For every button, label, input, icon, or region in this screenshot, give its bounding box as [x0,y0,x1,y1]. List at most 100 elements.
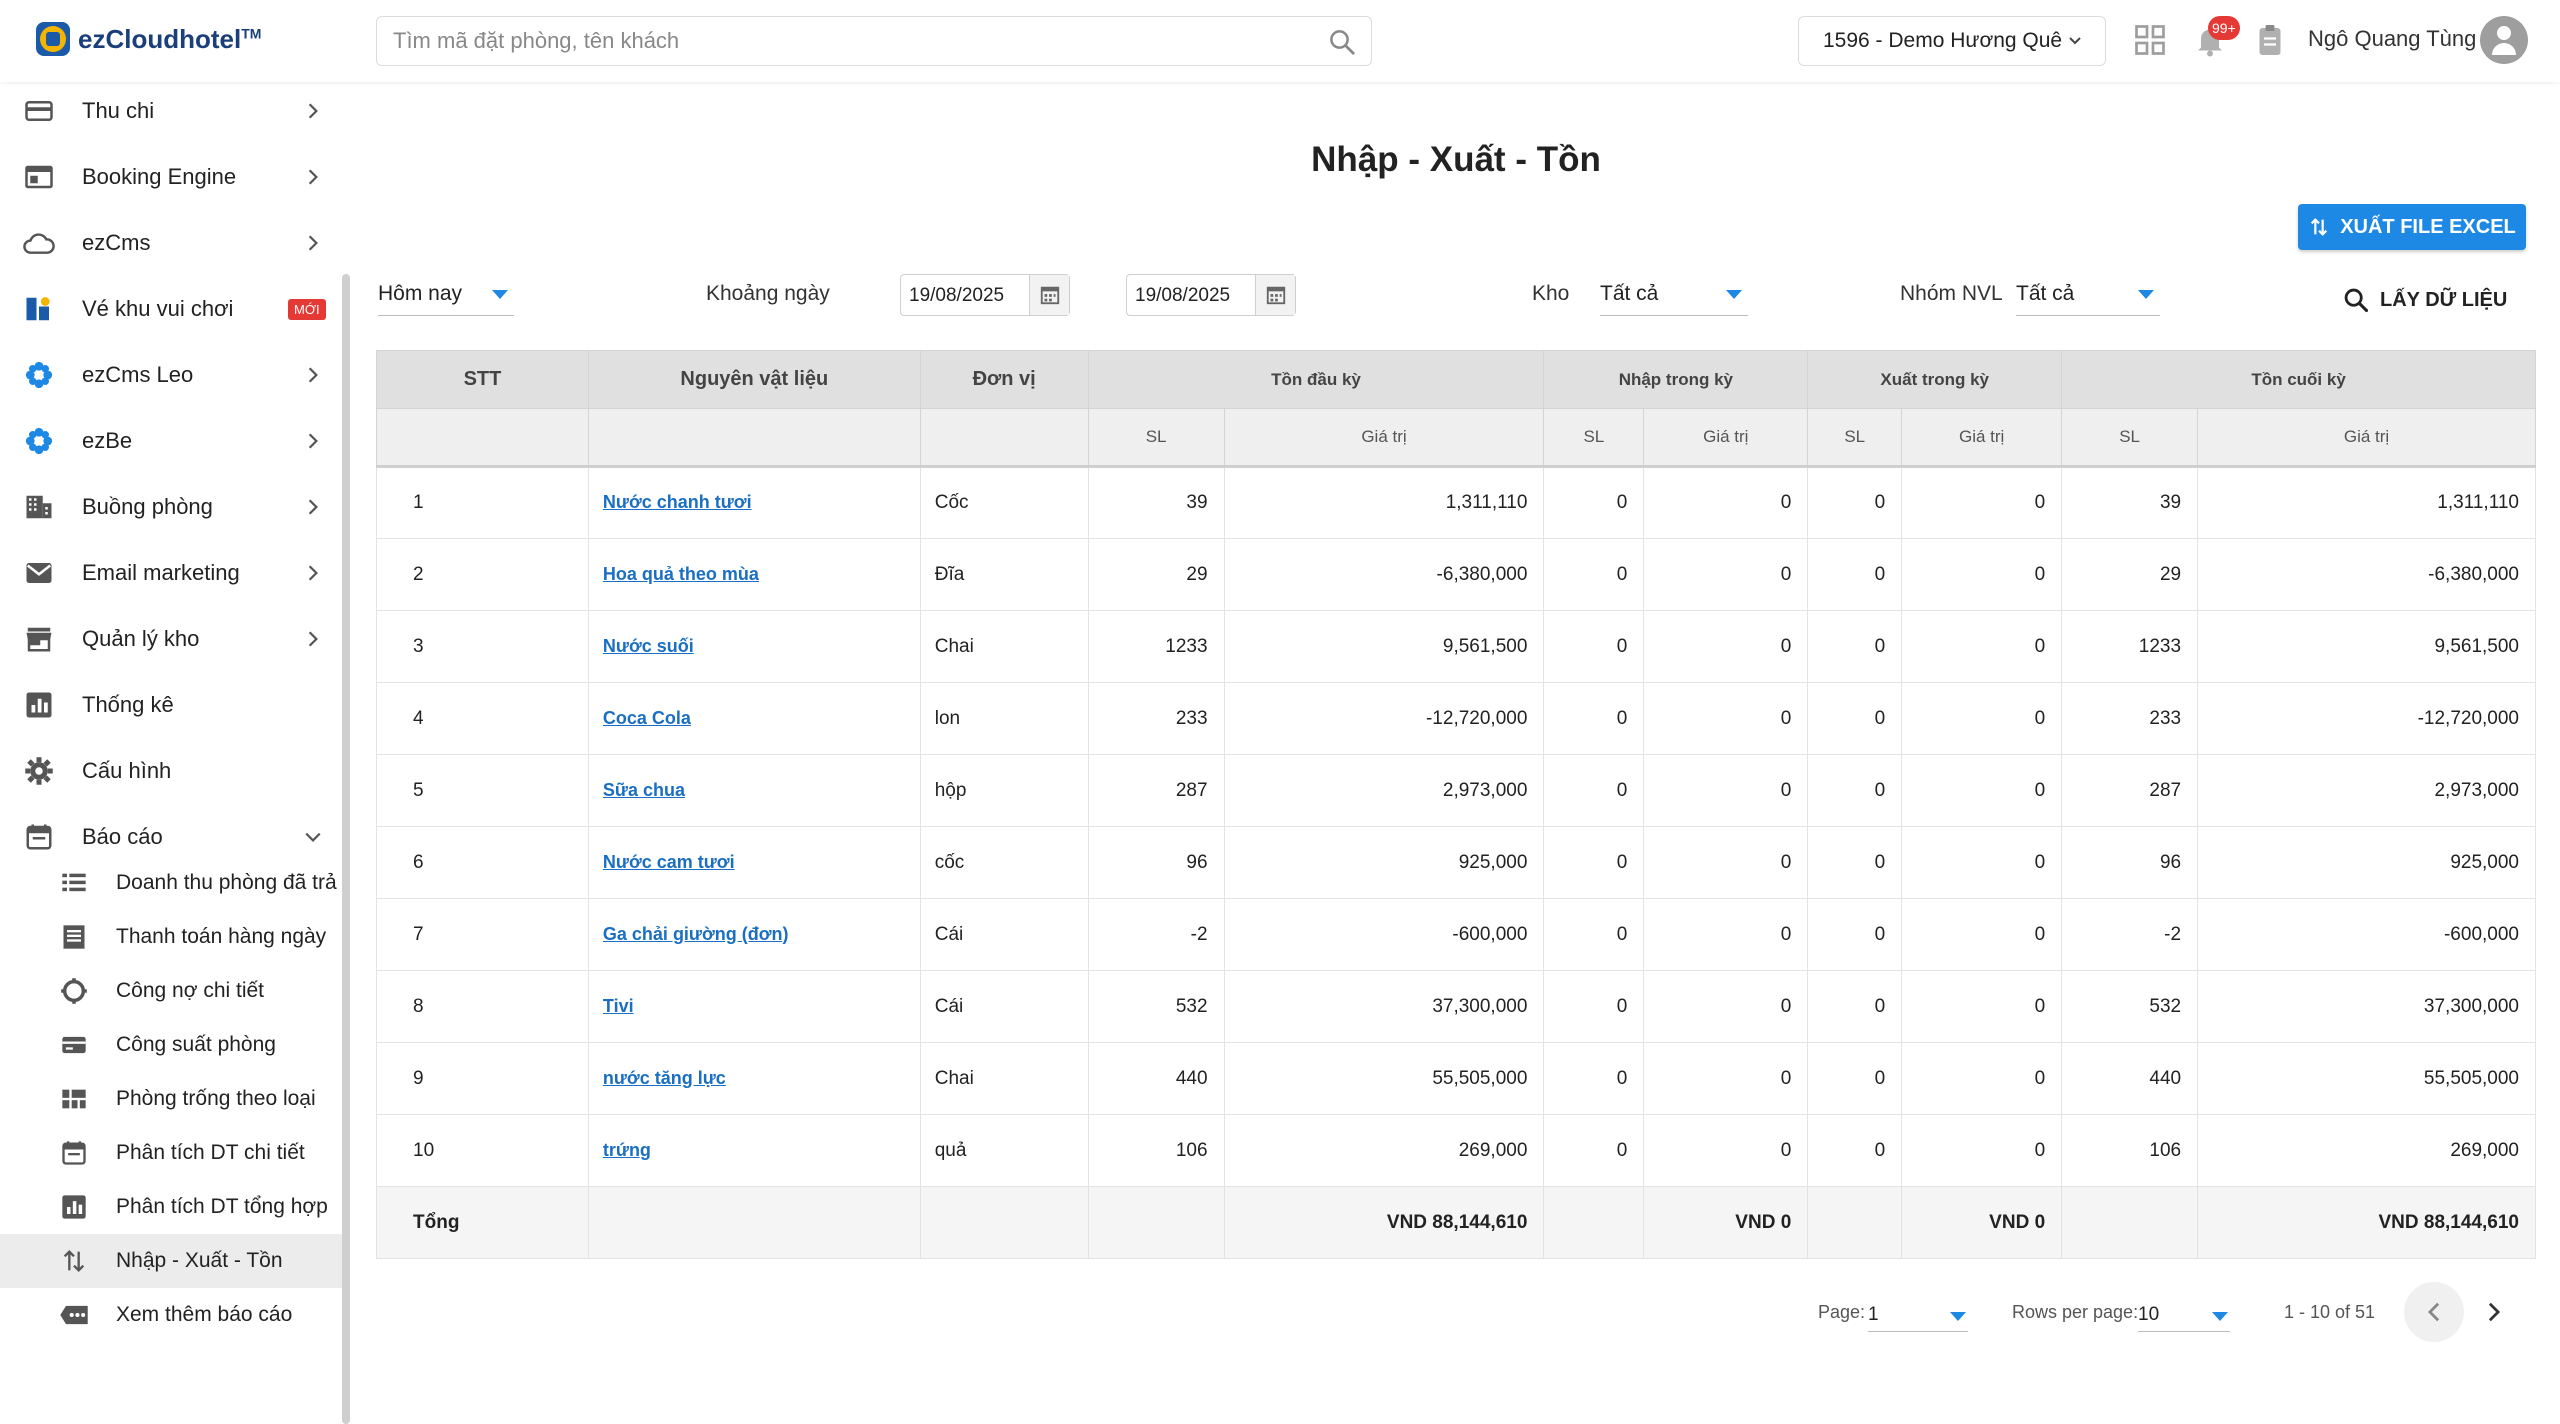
material-link[interactable]: Hoa quả theo mùa [603,564,759,584]
calendar-icon[interactable] [1255,275,1295,315]
cell-out-val: 0 [1901,610,2063,683]
cell-out-val: 0 [1901,538,2063,611]
table-row: 7 Ga chải giường (đơn) Cái -2 -600,000 0… [376,898,2536,971]
caret-down-icon [1726,290,1742,299]
next-page-button[interactable] [2464,1282,2524,1342]
report-item-nhap-xuat-ton[interactable]: Nhập - Xuất - Tồn [0,1234,344,1288]
warehouse-select[interactable]: Tất cả [1600,270,1748,316]
chevron-left-icon [2427,1302,2440,1322]
user-name[interactable]: Ngô Quang Tùng [2308,26,2476,52]
cell-close-val: 55,505,000 [2197,1042,2536,1115]
sidebar-item-thu-chi[interactable]: Thu chi [0,82,340,140]
filter-bar: Hôm nay Khoảng ngày 19/08/2025 19/08/202… [352,258,2560,328]
sidebar-item-quan-ly-kho[interactable]: Quản lý kho [0,610,340,668]
cell-material: Coca Cola [587,682,921,755]
cell-open-val: -6,380,000 [1223,538,1545,611]
to-date-input[interactable]: 19/08/2025 [1126,274,1296,316]
search-icon[interactable] [1327,27,1357,57]
apps-grid-icon[interactable] [2132,22,2168,58]
material-link[interactable]: Nước cam tươi [603,852,735,872]
material-link[interactable]: Sữa chua [603,780,685,800]
material-link[interactable]: Tivi [603,996,634,1016]
new-badge: MỚI [288,298,326,320]
page-label: Page: [1818,1302,1866,1322]
avatar[interactable] [2480,16,2528,64]
calendar-icon[interactable] [1029,275,1069,315]
cell-open-qty: 1233 [1087,610,1225,683]
material-link[interactable]: Ga chải giường (đơn) [603,924,789,944]
sidebar-item-email-marketing[interactable]: Email marketing [0,544,340,602]
period-select[interactable]: Hôm nay [378,270,514,316]
cell-in-qty: 0 [1543,1042,1645,1115]
material-link[interactable]: trứng [603,1140,651,1160]
material-group-select[interactable]: Tất cả [2016,270,2160,316]
report-item-phong-trong-theo-loai[interactable]: Phòng trống theo loại [0,1072,344,1126]
material-link[interactable]: Coca Cola [603,708,691,728]
grid-icon [58,1083,90,1115]
subheader-value: Giá trị [1901,408,2063,468]
report-item-thanh-toan-hang-ngay[interactable]: Thanh toán hàng ngày [0,910,344,964]
caret-down-icon [1950,1312,1966,1321]
cell-stt: 5 [376,754,589,827]
cell-out-qty: 0 [1807,754,1903,827]
report-item-xem-them-bao-cao[interactable]: Xem thêm báo cáo [0,1288,344,1342]
total-in-val: VND 0 [1643,1186,1809,1259]
report-item-phan-tich-dt-tong-hop[interactable]: Phân tích DT tổng hợp [0,1180,344,1234]
sidebar-item-ezcms[interactable]: ezCms [0,214,340,272]
total-empty [2061,1186,2199,1259]
page-select[interactable]: 1 [1868,1296,1968,1332]
clipboard-icon[interactable] [2252,22,2288,58]
sidebar-item-thong-ke[interactable]: Thống kê [0,676,340,734]
sidebar-item-ezbe[interactable]: ezBe [0,412,340,470]
swap-icon [58,1245,90,1277]
report-item-cong-no-chi-tiet[interactable]: Công nợ chi tiết [0,964,344,1018]
sidebar-item-buong-phong[interactable]: Buồng phòng [0,478,340,536]
material-group-label: Nhóm NVL [1900,282,2003,305]
hotel-name: 1596 - Demo Hương Quê [1823,29,2063,52]
hotel-selector[interactable]: 1596 - Demo Hương Quê [1798,16,2106,66]
cell-close-val: 269,000 [2197,1114,2536,1187]
sidebar-item-booking-engine[interactable]: Booking Engine [0,148,340,206]
from-date-input[interactable]: 19/08/2025 [900,274,1070,316]
subheader-qty: SL [2061,408,2199,468]
cell-open-qty: -2 [1087,898,1225,971]
sidebar-item-ezcms-leo[interactable]: ezCms Leo [0,346,340,404]
cell-out-val: 0 [1901,826,2063,899]
sidebar-item-ve-khu-vui-choi[interactable]: Vé khu vui chơi MỚI [0,280,340,338]
fetch-data-button[interactable]: LẤY DỮ LIỆU [2342,280,2507,320]
brand-name: ezCloudhotelTM [78,23,262,54]
cell-stt: 9 [376,1042,589,1115]
more-icon [58,1299,90,1331]
report-item-phan-tich-dt-chi-tiet[interactable]: Phân tích DT chi tiết [0,1126,344,1180]
cell-out-qty: 0 [1807,610,1903,683]
material-link[interactable]: nước tăng lực [603,1068,726,1088]
cell-in-qty: 0 [1543,466,1645,539]
sidebar-scrollbar[interactable] [342,274,350,1424]
report-item-doanh-thu-phong[interactable]: Doanh thu phòng đã trả [0,856,344,910]
previous-page-button[interactable] [2404,1282,2464,1342]
cell-close-val: 2,973,000 [2197,754,2536,827]
report-item-cong-suat-phong[interactable]: Công suất phòng [0,1018,344,1072]
search-box [376,16,1372,66]
subheader-value: Giá trị [1223,408,1545,468]
export-excel-button[interactable]: XUẤT FILE EXCEL [2298,204,2526,250]
material-link[interactable]: Nước suối [603,636,694,656]
page-title: Nhập - Xuất - Tồn [1311,140,1601,179]
cell-out-qty: 0 [1807,826,1903,899]
swap-icon [2311,218,2328,236]
subheader-empty [587,408,921,468]
sidebar-item-cau-hinh[interactable]: Cấu hình [0,742,340,800]
rows-per-page-select[interactable]: 10 [2138,1296,2230,1332]
chevron-right-icon [308,499,318,515]
total-empty [1087,1186,1225,1259]
table-row: 6 Nước cam tươi cốc 96 925,000 0 0 0 0 9… [376,826,2536,899]
cell-in-val: 0 [1643,970,1809,1043]
cell-stt: 6 [376,826,589,899]
logo-icon [36,22,70,56]
total-empty [1543,1186,1645,1259]
search-input[interactable] [377,17,1277,65]
material-link[interactable]: Nước chanh tươi [603,492,752,512]
cell-close-val: 9,561,500 [2197,610,2536,683]
app-logo[interactable]: ezCloudhotelTM [36,22,261,56]
total-open-val: VND 88,144,610 [1223,1186,1545,1259]
